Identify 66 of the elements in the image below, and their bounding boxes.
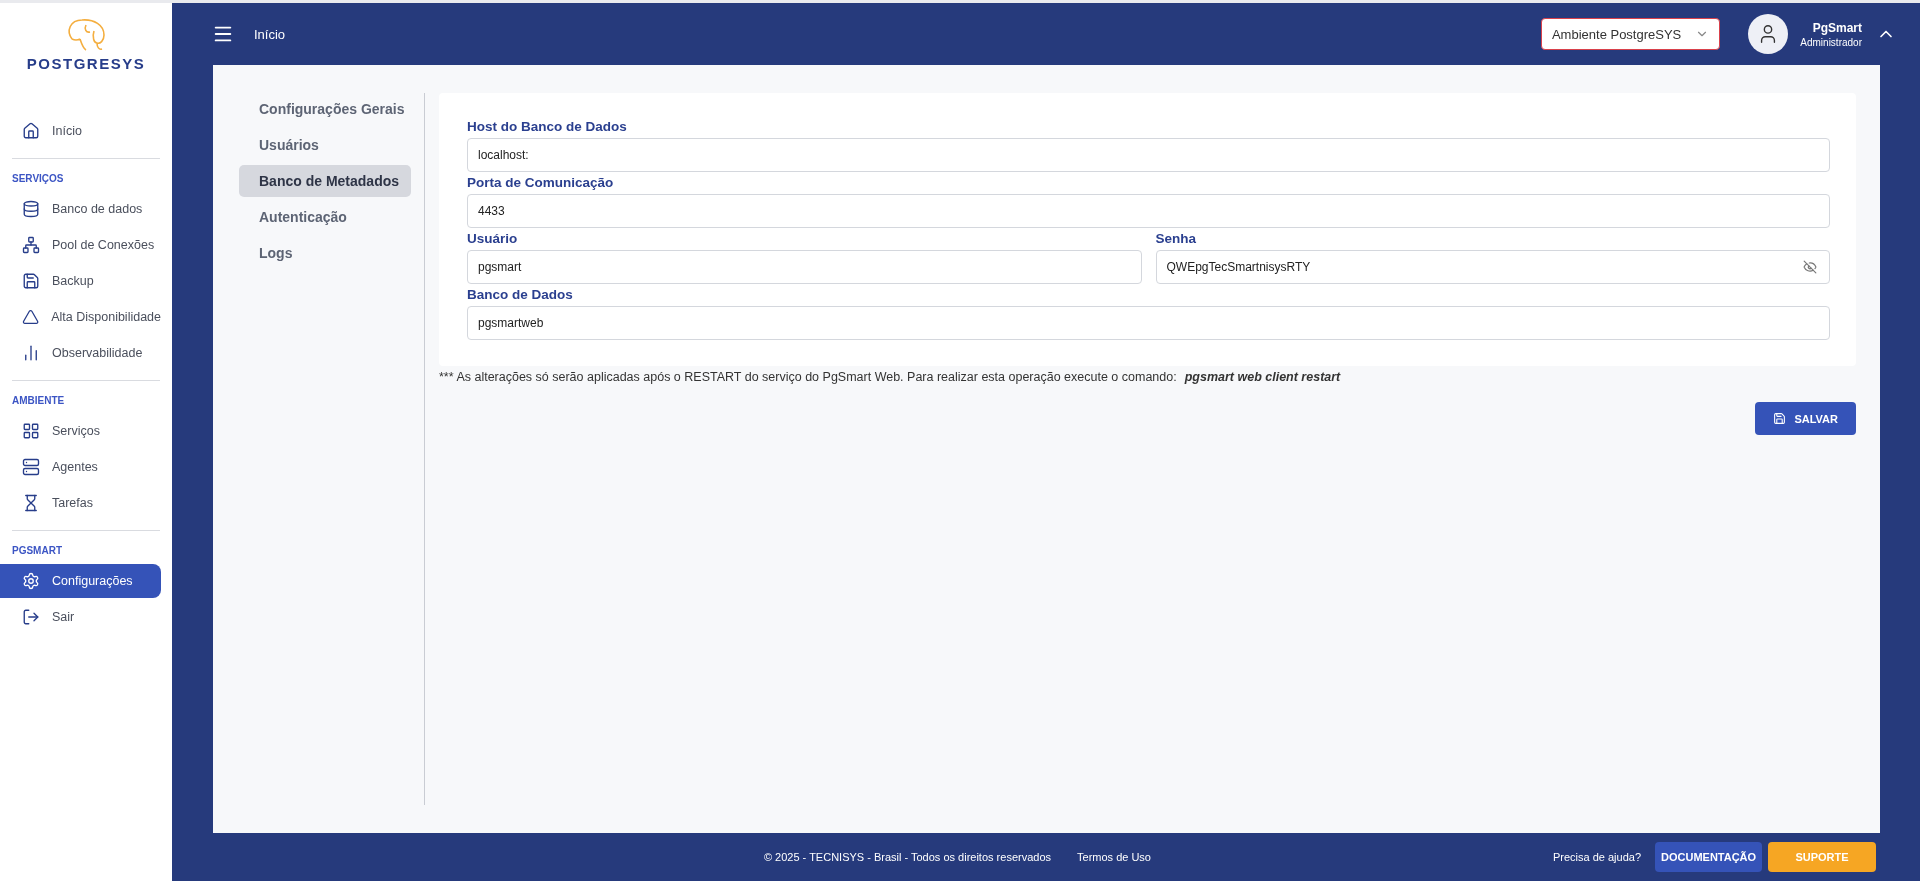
sidebar-item[interactable]: Backup [0, 264, 161, 298]
sidebar-item[interactable]: Início [0, 114, 161, 148]
nav-icon [22, 308, 40, 326]
nav-label: Sair [52, 610, 75, 624]
nav-label: Agentes [52, 460, 98, 474]
sidebar-item[interactable]: Agentes [0, 450, 161, 484]
nav-icon [22, 272, 40, 290]
nav-label: Observabilidade [52, 346, 143, 360]
save-button[interactable]: SALVAR [1755, 402, 1856, 435]
field-label: Host do Banco de Dados [467, 119, 628, 134]
avatar[interactable] [1748, 14, 1789, 54]
breadcrumb[interactable]: Início [254, 26, 286, 42]
nav-icon [22, 422, 40, 440]
nav-icon [22, 236, 40, 254]
terms-link[interactable]: Termos de Uso [1077, 851, 1151, 863]
input-field[interactable]: QWEpgTecSmartnisysRTY [1155, 250, 1830, 284]
settings-tab[interactable]: Logs [239, 237, 411, 269]
nav-icon [22, 344, 40, 362]
nav-icon [22, 458, 40, 476]
save-icon [1773, 412, 1787, 425]
nav-icon [22, 200, 40, 218]
nav-label: Configurações [52, 574, 133, 588]
nav-label: Pool de Conexões [52, 238, 155, 252]
input-field[interactable]: localhost: [467, 138, 1830, 172]
sidebar-item[interactable]: Sair [0, 600, 161, 634]
nav-icon [22, 494, 40, 512]
documentation-button[interactable]: DOCUMENTAÇÃO [1655, 842, 1762, 872]
nav-label: Backup [52, 274, 94, 288]
field-label: Usuário [467, 231, 519, 246]
help-text: Precisa de ajuda? [1552, 851, 1641, 863]
nav-label: Início [52, 124, 82, 138]
section-title: SERVIÇOS [12, 173, 65, 184]
sidebar-item[interactable]: Banco de dados [0, 192, 161, 226]
sidebar-item[interactable]: Serviços [0, 414, 161, 448]
hide-password-icon[interactable] [1803, 260, 1817, 274]
section-title: PGSMART [12, 545, 63, 556]
field-label: Senha [1155, 231, 1197, 246]
section-title: AMBIENTE [12, 395, 66, 406]
restart-note: *** As alterações só serão aplicadas após o RESTART do serviço do PgSmart Web. Para realizar esta operação execute o comando: [439, 370, 1177, 384]
sidebar-item[interactable]: Configurações [0, 564, 161, 598]
environment-select[interactable]: Ambiente PostgreSYS [1540, 18, 1721, 50]
sidebar-item[interactable]: Pool de Conexões [0, 228, 161, 262]
user-name: PgSmart [1812, 20, 1862, 35]
command-text: pgsmart web client restart [1184, 370, 1341, 384]
field-label: Banco de Dados [467, 287, 574, 302]
settings-tab[interactable]: Configurações Gerais [239, 93, 411, 125]
sidebar-item[interactable]: Alta Disponibilidade [0, 300, 161, 334]
copyright: © 2025 - TECNISYS - Brasil - Todos os direitos reservados [763, 851, 1051, 863]
field-label: Porta de Comunicação [467, 175, 615, 190]
input-field[interactable]: 4433 [467, 194, 1830, 228]
nav-label: Alta Disponibilidade [51, 310, 161, 324]
input-field[interactable]: pgsmartweb [467, 306, 1830, 340]
nav-icon [22, 122, 40, 140]
nav-label: Serviços [52, 424, 100, 438]
settings-tab[interactable]: Usuários [239, 129, 411, 161]
sidebar-item[interactable]: Tarefas [0, 486, 161, 520]
nav-label: Banco de dados [52, 202, 143, 216]
user-role: Administrador [1800, 36, 1862, 48]
sidebar-item[interactable]: Observabilidade [0, 336, 161, 370]
nav-icon [22, 572, 40, 590]
logo-text: POSTGRESYS [26, 55, 146, 72]
nav-icon [22, 608, 40, 626]
settings-tab[interactable]: Autenticação [239, 201, 411, 233]
nav-label: Tarefas [52, 496, 93, 510]
input-field[interactable]: pgsmart [467, 250, 1142, 284]
settings-tab[interactable]: Banco de Metadados [239, 165, 411, 197]
